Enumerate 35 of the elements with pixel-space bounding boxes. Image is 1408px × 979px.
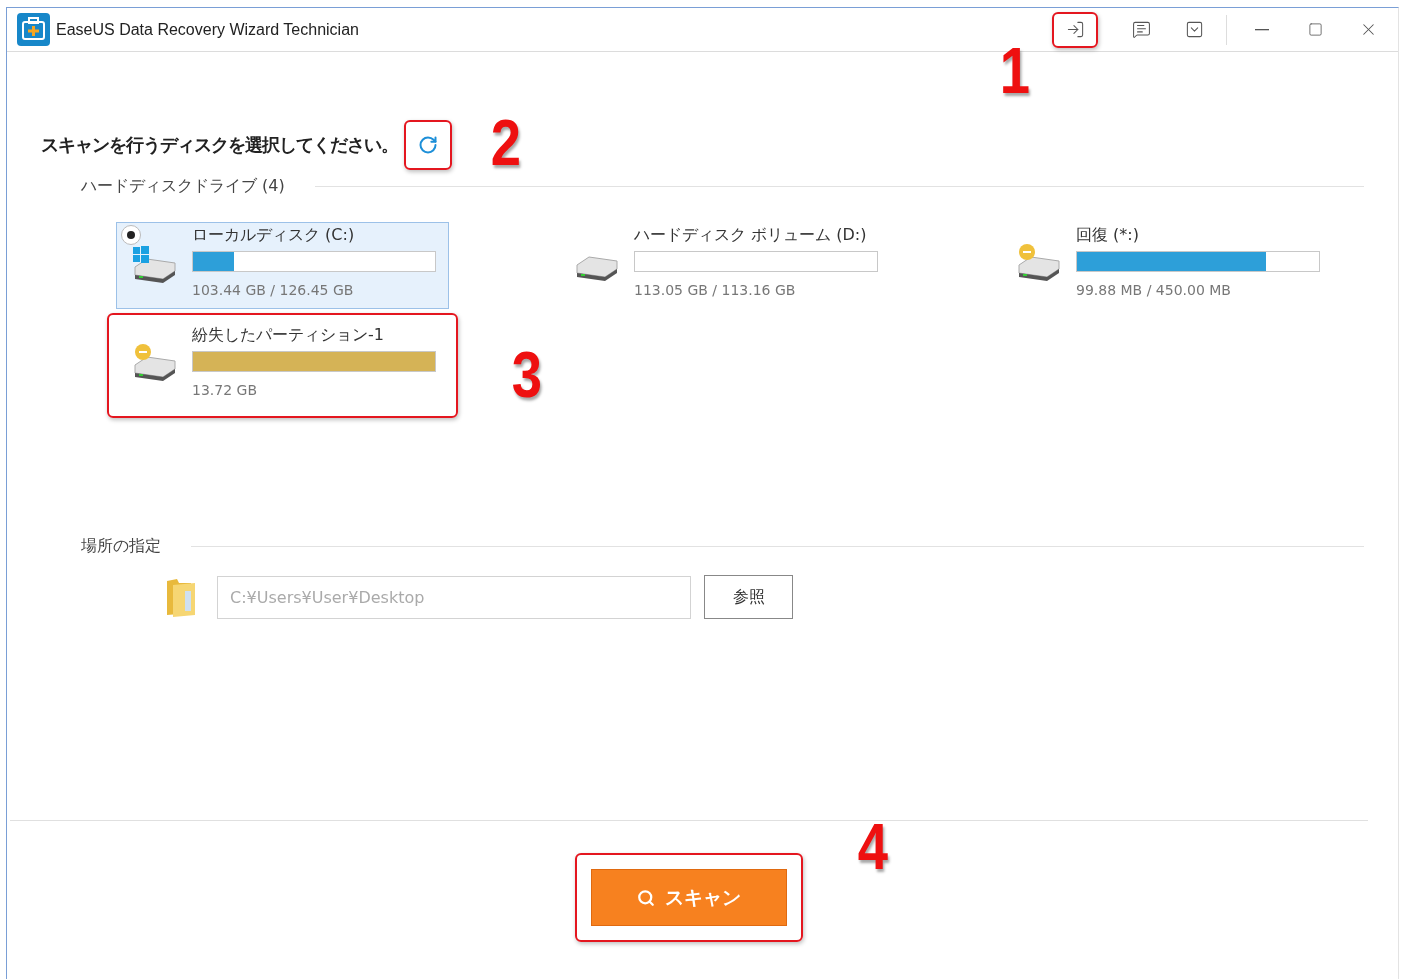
folder-icon	[165, 577, 197, 617]
disk-card[interactable]: ハードディスク ボリューム (D:) 113.05 GB / 113.16 GB	[558, 222, 891, 309]
disk-card[interactable]: ローカルディスク (C:) 103.44 GB / 126.45 GB	[116, 222, 449, 309]
drive-icon	[131, 343, 177, 381]
disk-card[interactable]: 回復 (*:) 99.88 MB / 450.00 MB	[1000, 222, 1333, 309]
section-label: 場所の指定	[81, 536, 161, 557]
dropdown-icon	[1184, 20, 1204, 39]
browse-button[interactable]: 参照	[704, 575, 793, 619]
heading: スキャンを行うディスクを選択してください。	[41, 133, 398, 157]
callout-number: 4	[857, 815, 888, 879]
callout-number: 1	[999, 39, 1030, 103]
path-field[interactable]: C:¥Users¥User¥Desktop	[217, 575, 691, 619]
disk-size: 113.05 GB / 113.16 GB	[634, 282, 797, 298]
refresh-icon	[418, 135, 438, 155]
callout-number: 2	[490, 111, 521, 175]
disk-name: 回復 (*:)	[1076, 225, 1140, 246]
disk-name: ハードディスク ボリューム (D:)	[634, 225, 868, 246]
radio-button[interactable]	[121, 225, 141, 245]
minimize-icon	[1255, 28, 1269, 31]
drive-icon	[1015, 243, 1061, 281]
feedback-icon	[1131, 20, 1151, 39]
section-label: ハードディスクドライブ (4)	[81, 176, 285, 197]
window-title: EaseUS Data Recovery Wizard Technician	[56, 20, 360, 39]
disk-name: ローカルディスク (C:)	[192, 225, 356, 246]
drive-icon	[131, 245, 177, 283]
import-icon	[1065, 20, 1085, 39]
disk-card[interactable]: 紛失したパーティション-1 13.72 GB	[116, 322, 449, 409]
disk-size: 103.44 GB / 126.45 GB	[192, 282, 355, 298]
disk-size: 13.72 GB	[192, 382, 258, 398]
disk-name: 紛失したパーティション-1	[192, 325, 385, 346]
app-logo-icon	[17, 13, 50, 46]
disk-size: 99.88 MB / 450.00 MB	[1076, 282, 1232, 298]
callout-number: 3	[511, 343, 542, 407]
search-icon	[637, 888, 655, 907]
maximize-icon	[1307, 22, 1323, 37]
